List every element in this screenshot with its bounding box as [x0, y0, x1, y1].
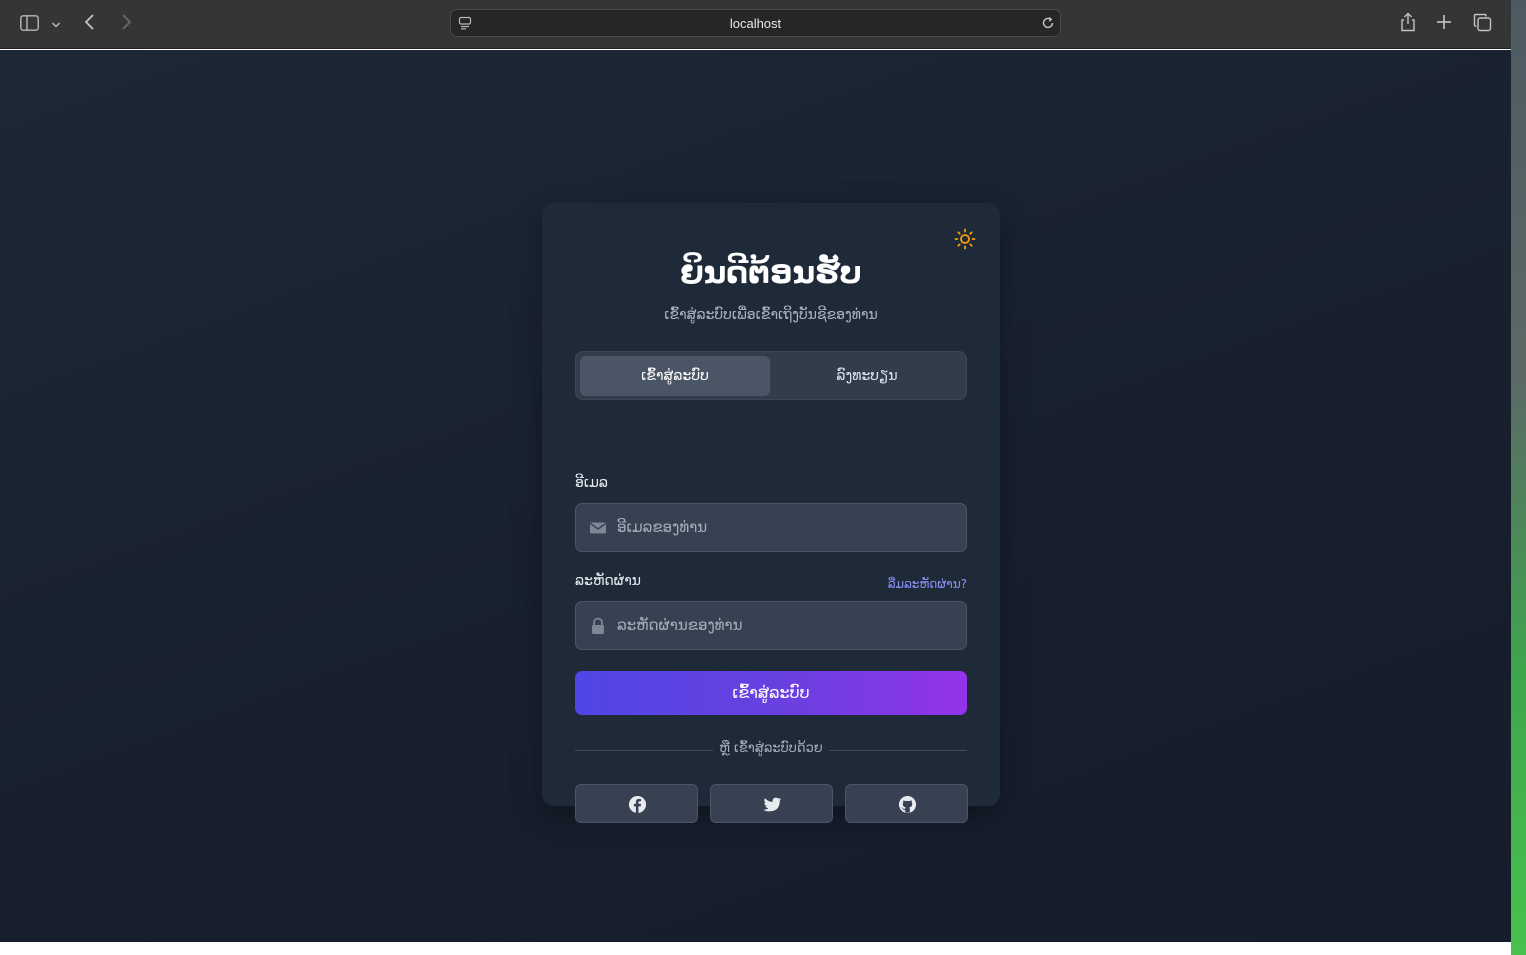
- password-label: ລະຫັດຜ່ານ: [575, 573, 641, 589]
- page-subtitle: ເຂົ້າສູ່ລະບົບເພື່ອເຂົ້າເຖິງບັນຊີຂອງທ່ານ: [664, 307, 878, 323]
- tab-register[interactable]: ລົງທະບຽນ: [772, 356, 962, 396]
- divider-label: ຫຼື ເຂົ້າສູ່ລະບົບດ້ວຍ: [713, 741, 829, 756]
- email-field[interactable]: ອີເມລຂອງທ່ານ: [575, 503, 967, 552]
- page-viewport: ຍິນດີຕ້ອນຮັບ ເຂົ້າສູ່ລະບົບເພື່ອເຂົ້າເຖິງ…: [0, 50, 1511, 942]
- page-title: ຍິນດີຕ້ອນຮັບ: [680, 255, 862, 291]
- url-text: localhost: [729, 16, 782, 31]
- login-card: ຍິນດີຕ້ອນຮັບ ເຂົ້າສູ່ລະບົບເພື່ອເຂົ້າເຖິງ…: [542, 203, 1000, 823]
- reload-icon[interactable]: [1041, 16, 1055, 33]
- github-icon: [898, 795, 917, 814]
- login-submit-button[interactable]: ເຂົ້າສູ່ລະບົບ: [575, 671, 967, 715]
- facebook-icon: [628, 795, 647, 814]
- tabs-overview-icon[interactable]: [1473, 13, 1492, 35]
- github-login-button[interactable]: [845, 784, 968, 823]
- sidebar-icon[interactable]: [20, 15, 39, 34]
- divider-text: ຫຼື ເຂົ້າສູ່ລະບົບດ້ວຍ: [542, 741, 1000, 756]
- forgot-password-link[interactable]: ລືມລະຫັດຜ່ານ?: [888, 577, 967, 591]
- email-placeholder: ອີເມລຂອງທ່ານ: [617, 518, 708, 536]
- browser-toolbar: localhost: [0, 0, 1511, 49]
- twitter-login-button[interactable]: [710, 784, 833, 823]
- facebook-login-button[interactable]: [575, 784, 698, 823]
- password-placeholder: ລະຫັດຜ່ານຂອງທ່ານ: [617, 616, 743, 634]
- tab-login[interactable]: ເຂົ້າສູ່ລະບົບ: [580, 356, 770, 396]
- lock-icon: [592, 617, 604, 634]
- window-bottom-edge: [0, 942, 1511, 955]
- password-field[interactable]: ລະຫັດຜ່ານຂອງທ່ານ: [575, 601, 967, 650]
- address-bar[interactable]: localhost: [450, 9, 1061, 37]
- forward-icon[interactable]: [120, 13, 132, 34]
- chevron-down-icon[interactable]: [51, 17, 61, 33]
- twitter-icon: [763, 797, 782, 812]
- desktop-wallpaper-edge: [1511, 0, 1526, 955]
- auth-tabs: ເຂົ້າສູ່ລະບົບ ລົງທະບຽນ: [575, 351, 967, 400]
- new-tab-icon[interactable]: [1436, 14, 1452, 33]
- share-icon[interactable]: [1399, 12, 1417, 35]
- sun-icon[interactable]: [953, 227, 977, 251]
- email-label: ອີເມລ: [575, 475, 609, 491]
- envelope-icon: [590, 522, 606, 534]
- back-icon[interactable]: [84, 13, 96, 34]
